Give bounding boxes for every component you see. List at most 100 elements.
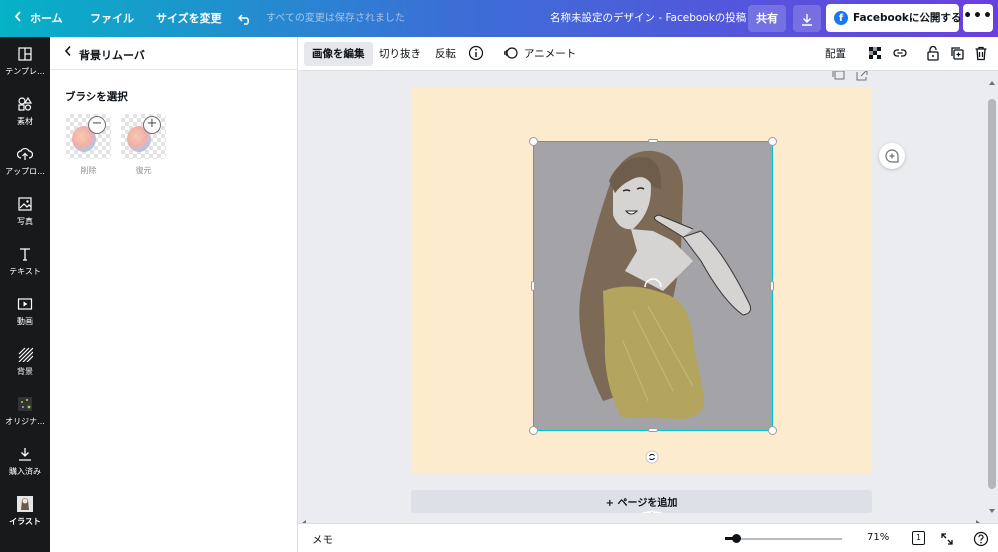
- back-chevron-icon[interactable]: [64, 45, 72, 61]
- horizontal-scrollbar[interactable]: [298, 513, 998, 526]
- add-comment-button[interactable]: [879, 143, 905, 169]
- nav-item-videos[interactable]: 動画: [0, 287, 50, 337]
- zoom-slider[interactable]: [725, 538, 842, 540]
- crop-button[interactable]: 切り抜き: [371, 42, 429, 66]
- nav-item-label: イラスト: [9, 517, 41, 526]
- resize-handle-right[interactable]: [770, 281, 774, 291]
- animate-button[interactable]: アニメート: [516, 42, 584, 66]
- comment-add-icon: [884, 148, 900, 167]
- vertical-scrollbar[interactable]: [986, 71, 998, 513]
- resize-handle-top[interactable]: [648, 139, 658, 143]
- panel-title: 背景リムーバ: [79, 49, 145, 62]
- template-icon: [17, 46, 33, 62]
- publish-facebook-button[interactable]: f Facebookに公開する: [826, 4, 962, 32]
- undo-icon: [237, 12, 252, 25]
- photo-icon: [17, 196, 33, 212]
- upload-icon: [16, 146, 34, 162]
- more-button[interactable]: •••: [963, 4, 993, 32]
- nav-item-label: 購入済み: [9, 467, 41, 476]
- page-count-button[interactable]: 1: [912, 531, 925, 545]
- trash-icon[interactable]: [973, 45, 990, 62]
- nav-item-original[interactable]: オリジナ...: [0, 387, 50, 437]
- flip-button[interactable]: 反転: [427, 42, 464, 66]
- nav-item-background[interactable]: 背景: [0, 337, 50, 387]
- nav-item-templates[interactable]: テンプレ...: [0, 37, 50, 87]
- text-icon: [17, 246, 33, 262]
- design-page[interactable]: [411, 87, 872, 473]
- undo-button[interactable]: [237, 0, 252, 37]
- nav-item-uploads[interactable]: アップロ...: [0, 137, 50, 187]
- nav-item-photos[interactable]: 写真: [0, 187, 50, 237]
- minus-icon: −: [88, 116, 106, 134]
- lock-icon[interactable]: [925, 45, 942, 62]
- resize-handle-left[interactable]: [531, 281, 535, 291]
- nav-item-label: テンプレ...: [5, 67, 45, 76]
- page-share-icon[interactable]: [855, 71, 869, 84]
- fullscreen-icon[interactable]: [940, 532, 954, 549]
- restore-brush-button[interactable]: +: [121, 114, 166, 159]
- left-nav: テンプレ... 素材 アップロ... 写真 テキスト 動画 背景 オリジナ...…: [0, 37, 50, 552]
- vertical-scroll-thumb[interactable]: [988, 99, 996, 489]
- facebook-icon: f: [834, 11, 848, 25]
- duplicate-icon[interactable]: [949, 45, 966, 62]
- brush-heading: ブラシを選択: [65, 91, 128, 103]
- resize-handle-bl[interactable]: [529, 426, 538, 435]
- resize-handle-tr[interactable]: [768, 137, 777, 146]
- nav-item-label: 背景: [17, 367, 33, 376]
- transparency-icon[interactable]: [867, 45, 884, 62]
- share-button[interactable]: 共有: [748, 5, 786, 32]
- position-button[interactable]: 配置: [817, 42, 854, 66]
- elements-icon: [17, 96, 33, 112]
- editor-toolbar: 画像を編集 切り抜き 反転 アニメート 配置: [298, 37, 998, 71]
- resize-handle-bottom[interactable]: [648, 428, 658, 432]
- nav-item-label: アップロ...: [5, 167, 45, 176]
- nav-item-label: 素材: [17, 117, 33, 126]
- nav-item-label: 動画: [17, 317, 33, 326]
- purchased-icon: [17, 446, 33, 462]
- nav-item-illustration[interactable]: イラスト: [0, 487, 50, 537]
- selection-frame: [533, 141, 773, 431]
- save-status: すべての変更は保存されました: [266, 13, 405, 24]
- publish-label: Facebookに公開する: [853, 12, 962, 24]
- restore-brush-label: 復元: [135, 166, 152, 175]
- video-icon: [17, 296, 33, 312]
- nav-item-text[interactable]: テキスト: [0, 237, 50, 287]
- zoom-level[interactable]: 71%: [867, 532, 889, 543]
- panel-header: 背景リムーバ: [50, 37, 298, 70]
- notes-button[interactable]: メモ: [312, 532, 333, 547]
- download-icon: [801, 12, 813, 26]
- top-bar: ホーム ファイル サイズを変更 すべての変更は保存されました 名称未設定のデザイ…: [0, 0, 998, 37]
- nav-item-purchased[interactable]: 購入済み: [0, 437, 50, 487]
- page-duplicate-icon[interactable]: [832, 71, 846, 84]
- original-icon: [17, 396, 33, 412]
- home-button[interactable]: ホーム: [14, 0, 63, 37]
- background-icon: [17, 346, 34, 363]
- nav-item-label: 写真: [17, 217, 33, 226]
- help-icon[interactable]: [973, 531, 989, 550]
- document-title[interactable]: 名称未設定のデザイン - Facebookの投稿: [550, 0, 746, 37]
- home-label: ホーム: [30, 12, 63, 25]
- resize-handle-tl[interactable]: [529, 137, 538, 146]
- link-icon[interactable]: [892, 45, 909, 62]
- erase-brush-button[interactable]: −: [66, 114, 111, 159]
- nav-item-label: オリジナ...: [5, 417, 45, 426]
- resize-handle-br[interactable]: [768, 426, 777, 435]
- chevron-left-icon: [14, 0, 22, 37]
- illustration-icon: [17, 496, 33, 512]
- resize-menu[interactable]: サイズを変更: [156, 0, 222, 37]
- plus-icon: +: [143, 116, 161, 134]
- rotate-icon[interactable]: [645, 450, 659, 467]
- canvas-area: + ページを追加: [298, 71, 986, 513]
- edit-image-button[interactable]: 画像を編集: [304, 42, 373, 66]
- page-count: 1: [915, 533, 922, 542]
- nav-item-label: テキスト: [9, 267, 41, 276]
- file-menu[interactable]: ファイル: [90, 0, 134, 37]
- info-icon[interactable]: [468, 45, 485, 62]
- zoom-slider-handle[interactable]: [732, 534, 741, 543]
- scroll-up-icon[interactable]: [989, 75, 995, 88]
- erase-brush-label: 削除: [80, 166, 97, 175]
- bottom-bar: メモ 71% 1: [298, 523, 998, 552]
- download-button[interactable]: [793, 5, 821, 32]
- nav-item-elements[interactable]: 素材: [0, 87, 50, 137]
- background-remover-panel: 背景リムーバ ブラシを選択 − 削除 + 復元: [50, 37, 298, 552]
